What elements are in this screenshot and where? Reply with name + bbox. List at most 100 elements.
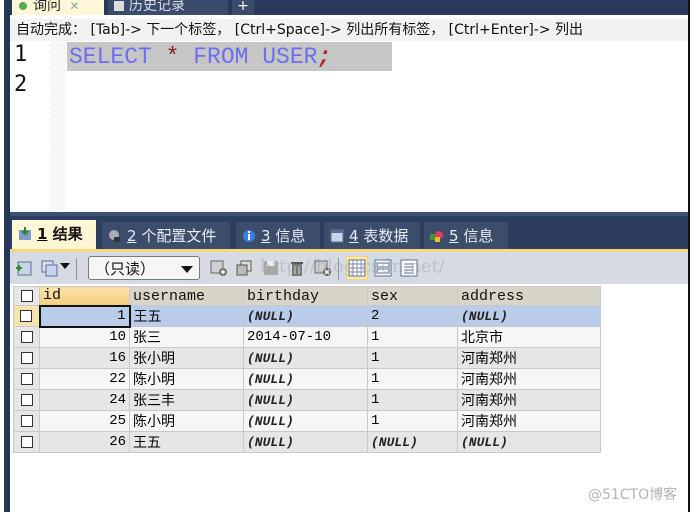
tab-number: 4 [349, 227, 359, 245]
cell-username[interactable]: 张小明 [129, 347, 244, 369]
cell-address[interactable]: (NULL) [457, 431, 601, 453]
cell-username[interactable]: 王五 [129, 431, 244, 453]
checkbox[interactable] [20, 310, 33, 322]
close-icon[interactable]: ✕ [69, 0, 79, 13]
cell-username[interactable]: 张三丰 [129, 389, 244, 411]
column-header-username[interactable]: username [129, 286, 244, 306]
tab-history[interactable]: 历史记录 [108, 0, 228, 15]
cell-address[interactable]: 河南郑州 [457, 368, 601, 390]
add-tab-button[interactable]: + [232, 0, 254, 15]
cell-sex[interactable]: 1 [367, 326, 458, 348]
cell-birthday[interactable]: (NULL) [243, 431, 368, 453]
column-header-id[interactable]: id [39, 286, 130, 306]
sql-editor[interactable]: 1 2 SELECT * FROM USER; [10, 42, 688, 210]
checkbox[interactable] [20, 436, 33, 448]
table-row[interactable]: 16 张小明 (NULL) 1 河南郑州 [13, 347, 601, 369]
select-all-checkbox[interactable] [13, 286, 40, 306]
autocomplete-hint: 自动完成： [Tab]-> 下一个标签， [Ctrl+Space]-> 列出所有… [10, 19, 688, 41]
table-row[interactable]: 22 陈小明 (NULL) 1 河南郑州 [13, 368, 601, 390]
cell-id[interactable]: 25 [39, 410, 130, 432]
profile-icon [109, 230, 120, 242]
table-data-icon [330, 229, 344, 243]
table-row[interactable]: 1 王五 (NULL) 2 (NULL) [13, 304, 601, 328]
checkbox[interactable] [20, 394, 33, 406]
row-checkbox-cell[interactable] [13, 431, 40, 453]
cell-sex[interactable]: (NULL) [367, 431, 458, 453]
tab-number: 3 [261, 227, 271, 245]
line-gutter: 1 2 [10, 42, 66, 210]
cell-sex[interactable]: 2 [367, 305, 458, 327]
checkbox[interactable] [20, 289, 33, 302]
tab-info[interactable]: 3 信息 [236, 222, 320, 250]
tab-table-data[interactable]: 4 表数据 [324, 222, 420, 250]
row-checkbox-cell[interactable] [13, 389, 40, 411]
table-row[interactable]: 24 张三丰 (NULL) 1 河南郑州 [13, 389, 601, 411]
cell-birthday[interactable]: 2014-07-10 [243, 326, 368, 348]
tab-query[interactable]: 询问 ✕ [12, 0, 104, 15]
checkbox[interactable] [20, 415, 33, 427]
table-row[interactable]: 26 王五 (NULL) (NULL) (NULL) [13, 431, 601, 453]
cell-username[interactable]: 张三 [129, 326, 244, 348]
row-checkbox-cell[interactable] [13, 368, 40, 390]
cell-id[interactable]: 24 [39, 389, 130, 411]
tab-info-2[interactable]: 5 信息 [424, 222, 508, 250]
cell-username[interactable]: 陈小明 [129, 410, 244, 432]
cell-sex[interactable]: 1 [367, 347, 458, 369]
cell-address[interactable]: (NULL) [457, 305, 601, 327]
grid-header-row: id username birthday sex address [13, 286, 601, 306]
info-shapes-icon [430, 231, 443, 242]
cell-birthday[interactable]: (NULL) [243, 410, 368, 432]
checkbox[interactable] [20, 373, 33, 385]
cell-username[interactable]: 王五 [129, 305, 244, 327]
duplicate-row-icon[interactable] [40, 259, 58, 277]
chevron-down-icon [181, 266, 193, 273]
cell-address[interactable]: 河南郑州 [457, 347, 601, 369]
column-header-sex[interactable]: sex [367, 286, 458, 306]
code-line-1[interactable]: SELECT * FROM USER; [67, 42, 392, 71]
cell-address[interactable]: 北京市 [457, 326, 601, 348]
row-checkbox-cell[interactable] [13, 410, 40, 432]
sql-keyword: SELECT [69, 44, 166, 70]
refresh-icon[interactable] [236, 259, 254, 277]
checkbox[interactable] [20, 352, 33, 364]
result-grid: id username birthday sex address 1 王五 (NUL… [13, 286, 601, 453]
line-number: 2 [14, 72, 28, 97]
cell-sex[interactable]: 1 [367, 368, 458, 390]
line-number: 1 [14, 42, 28, 67]
column-header-birthday[interactable]: birthday [243, 286, 368, 306]
cell-address[interactable]: 河南郑州 [457, 389, 601, 411]
cell-address[interactable]: 河南郑州 [457, 410, 601, 432]
table-row[interactable]: 25 陈小明 (NULL) 1 河南郑州 [13, 410, 601, 432]
cell-id[interactable]: 10 [39, 326, 130, 348]
result-tab-bar: 1 结果 2 个配置文件 3 信息 4 表数据 5 信息 [10, 212, 688, 250]
tab-label: 结果 [52, 225, 83, 243]
info-icon [243, 230, 255, 242]
row-checkbox-cell[interactable] [13, 347, 40, 369]
tab-number: 2 [127, 227, 137, 245]
tab-results[interactable]: 1 结果 [12, 220, 96, 250]
add-record-icon[interactable] [210, 259, 228, 277]
row-checkbox-cell[interactable] [13, 326, 40, 348]
cell-birthday[interactable]: (NULL) [243, 368, 368, 390]
cell-birthday[interactable]: (NULL) [243, 347, 368, 369]
row-checkbox-cell[interactable] [13, 305, 40, 327]
cell-birthday[interactable]: (NULL) [243, 389, 368, 411]
tab-query-label: 询问 [33, 0, 61, 14]
result-grid-area: id username birthday sex address 1 王五 (NUL… [10, 284, 688, 512]
chevron-down-icon[interactable] [60, 263, 70, 269]
cell-id[interactable]: 1 [38, 304, 131, 328]
cell-sex[interactable]: 1 [367, 410, 458, 432]
table-row[interactable]: 10 张三 2014-07-10 1 北京市 [13, 326, 601, 348]
cell-id[interactable]: 22 [39, 368, 130, 390]
tab-profile[interactable]: 2 个配置文件 [102, 222, 230, 250]
edit-mode-select[interactable]: （只读） [88, 256, 200, 280]
column-header-address[interactable]: address [457, 286, 601, 306]
cell-username[interactable]: 陈小明 [129, 368, 244, 390]
cell-id[interactable]: 26 [39, 431, 130, 453]
cell-sex[interactable]: 1 [367, 389, 458, 411]
source-watermark: @51CTO博客 [588, 487, 678, 503]
insert-row-icon[interactable] [14, 259, 32, 277]
cell-id[interactable]: 16 [39, 347, 130, 369]
checkbox[interactable] [20, 331, 33, 343]
cell-birthday[interactable]: (NULL) [243, 305, 368, 327]
